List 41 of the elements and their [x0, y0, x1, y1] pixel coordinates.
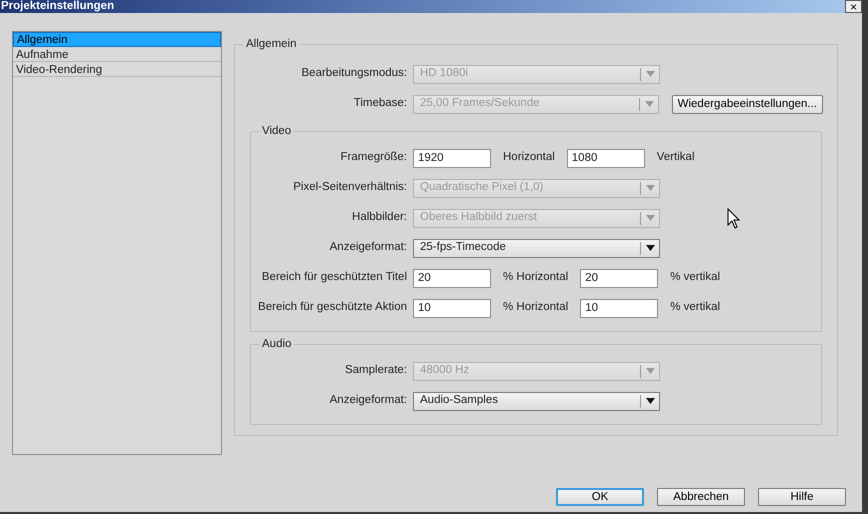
dropdown-arrow-icon — [646, 185, 655, 191]
category-item[interactable]: Aufnahme — [13, 47, 221, 62]
dropdown-arrow-icon — [646, 215, 655, 221]
dialog-button[interactable]: OK — [556, 488, 644, 506]
unit-label: Vertikal — [656, 150, 694, 166]
input-field[interactable]: 20 — [580, 268, 658, 288]
field-label: Timebase: — [352, 96, 407, 112]
field-label: Anzeigeformat: — [328, 240, 407, 256]
dropdown[interactable]: Audio-Samples — [413, 392, 660, 410]
field-label: Samplerate: — [344, 363, 407, 378]
input-field[interactable]: 20 — [413, 268, 491, 288]
dropdown-arrow-icon — [646, 398, 655, 404]
unit-label: Horizontal — [503, 150, 555, 166]
field-label: Bereich für geschützten Titel — [260, 270, 407, 286]
dropdown-arrow-icon — [644, 101, 654, 107]
dialog-button[interactable]: Abbrechen — [657, 488, 745, 506]
dropdown[interactable]: 25-fps-Timecode — [413, 238, 660, 258]
dropdown-arrow-icon — [646, 71, 655, 77]
field-label: Bereich für geschützte Aktion — [257, 300, 407, 316]
field-label: Halbbilder: — [351, 210, 407, 226]
unit-label: % Horizontal — [503, 270, 568, 286]
category-item[interactable]: Video-Rendering — [13, 62, 221, 77]
unit-label: % vertikal — [670, 270, 720, 286]
unit-label: % Horizontal — [503, 300, 568, 316]
window-title: Projekteinstellungen — [0, 0, 114, 13]
mouse-pointer-icon — [727, 208, 740, 229]
unit-label: % vertikal — [670, 300, 720, 316]
dialog-button[interactable]: Hilfe — [758, 488, 846, 506]
input-field[interactable]: 10 — [580, 298, 658, 318]
close-button[interactable]: × — [845, 0, 862, 13]
input-field[interactable]: 10 — [413, 298, 491, 318]
input-field[interactable]: 1080 — [566, 148, 645, 168]
dropdown-arrow-icon — [646, 368, 655, 374]
dropdown-arrow-icon — [646, 245, 655, 251]
group-title: Allgemein — [243, 37, 300, 51]
field-label: Anzeigeformat: — [328, 393, 407, 408]
category-item[interactable]: Allgemein — [13, 32, 221, 47]
input-field[interactable]: 1920 — [413, 148, 491, 168]
field-label: Bearbeitungsmodus: — [300, 66, 407, 82]
field-label: Framegröße: — [340, 150, 407, 166]
field-label: Pixel-Seitenverhältnis: — [292, 180, 407, 196]
